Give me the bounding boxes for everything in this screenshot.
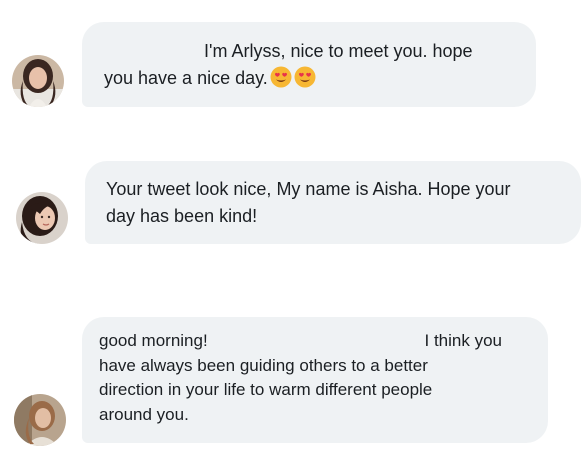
message-text-line: direction in your life to warm different… bbox=[99, 380, 433, 399]
message-text-line: I think you bbox=[424, 331, 503, 350]
smiling-face-with-heart-eyes-icon bbox=[270, 66, 292, 88]
message-text-line: I'm Arlyss, nice to meet you. hope bbox=[204, 41, 473, 61]
message-text-line: have always been guiding others to a bet… bbox=[99, 355, 428, 375]
message-text-line: you have a nice day. bbox=[104, 68, 268, 88]
message-text-line: day has been kind! bbox=[106, 206, 258, 226]
message-bubble: I'm Arlyss, nice to meet you. hope you h… bbox=[82, 22, 536, 107]
message-bubble: Your tweet look nice, My name is Aisha. … bbox=[85, 161, 581, 244]
sender-avatar[interactable] bbox=[12, 55, 64, 107]
smiling-face-with-heart-eyes-icon bbox=[294, 66, 316, 88]
sender-avatar[interactable] bbox=[14, 394, 66, 446]
message-text-line: good morning! bbox=[99, 331, 208, 350]
message-bubble: good morning! I think you have always bee… bbox=[82, 317, 548, 443]
message-text-line: Your tweet look nice, My name is Aisha. … bbox=[106, 179, 511, 199]
message-text-line: around you. bbox=[99, 404, 189, 424]
sender-avatar[interactable] bbox=[16, 192, 68, 244]
